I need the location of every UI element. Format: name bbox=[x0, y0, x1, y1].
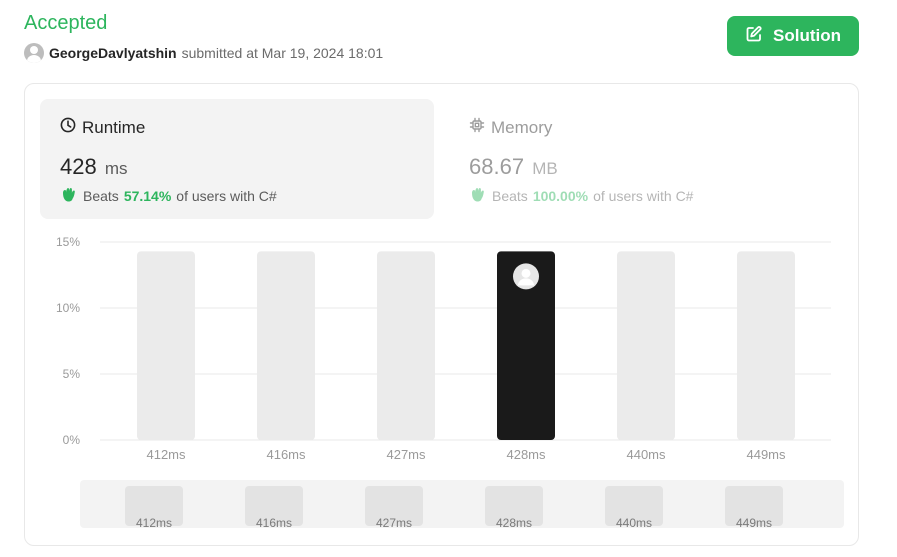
solution-button[interactable]: Solution bbox=[727, 16, 859, 56]
runtime-distribution-chart: 0% 5% 10% 15% 412ms 412ms 416ms 416ms 427ms 427ms… bbox=[56, 235, 831, 530]
x-tick-label: 412ms bbox=[146, 447, 186, 462]
edit-icon bbox=[745, 25, 763, 48]
chart-bar[interactable] bbox=[737, 251, 795, 440]
x-tick-label: 427ms bbox=[386, 447, 426, 462]
chart-bar[interactable] bbox=[137, 251, 195, 440]
chart-bar[interactable] bbox=[257, 251, 315, 440]
submitted-time: submitted at Mar 19, 2024 18:01 bbox=[181, 45, 384, 61]
x-tick-label: 428ms bbox=[506, 447, 546, 462]
solution-button-label: Solution bbox=[773, 26, 841, 45]
submission-author-row: GeorgeDavlyatshin submitted at Mar 19, 2… bbox=[24, 43, 383, 63]
x-tick-label: 440ms bbox=[626, 447, 666, 462]
mini-tick-label: 416ms bbox=[256, 516, 292, 530]
submission-status: Accepted bbox=[24, 12, 108, 34]
y-tick-label: 15% bbox=[56, 235, 80, 249]
bar-avatar-head bbox=[521, 268, 531, 278]
y-tick-label: 0% bbox=[63, 433, 81, 447]
mini-tick-label: 428ms bbox=[496, 516, 532, 530]
chart-bar[interactable] bbox=[617, 251, 675, 440]
mini-tick-label: 412ms bbox=[136, 516, 172, 530]
mini-tick-label: 440ms bbox=[616, 516, 652, 530]
y-tick-label: 5% bbox=[63, 367, 81, 381]
performance-card: Runtime 428 ms Beats 57.14% of users wit… bbox=[24, 83, 859, 546]
avatar[interactable] bbox=[24, 43, 44, 63]
author-name[interactable]: GeorgeDavlyatshin bbox=[49, 45, 177, 61]
x-tick-label: 416ms bbox=[266, 447, 306, 462]
chart-bar[interactable] bbox=[377, 251, 435, 440]
x-tick-label: 449ms bbox=[746, 447, 786, 462]
mini-tick-label: 427ms bbox=[376, 516, 412, 530]
y-tick-label: 10% bbox=[56, 301, 80, 315]
mini-tick-label: 449ms bbox=[736, 516, 772, 530]
